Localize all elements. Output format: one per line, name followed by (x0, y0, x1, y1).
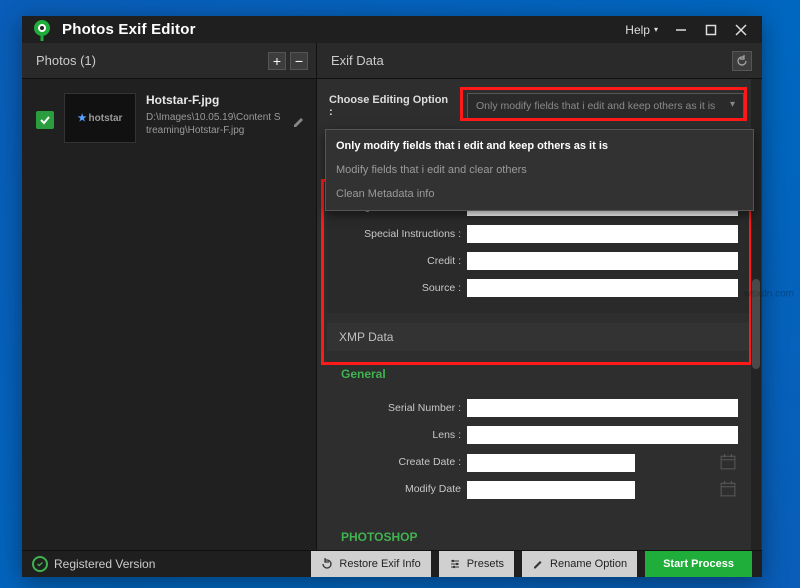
body: Photos (1) + − hotstar Hotstar-F.jpg D:\… (22, 43, 762, 550)
refresh-button[interactable] (732, 51, 752, 71)
registered-status: Registered Version (32, 556, 155, 572)
field-label: Credit : (327, 255, 467, 267)
presets-label: Presets (467, 558, 504, 570)
start-process-button[interactable]: Start Process (645, 551, 752, 577)
main-header-title: Exif Data (331, 53, 384, 68)
group-general: General (327, 357, 762, 387)
editing-option-select[interactable]: Only modify fields that i edit and keep … (467, 93, 744, 119)
serial-number-input[interactable] (467, 399, 738, 417)
edit-icon[interactable] (292, 115, 306, 134)
checkbox-checked-icon[interactable] (36, 111, 54, 129)
maximize-button[interactable] (698, 17, 724, 43)
minimize-button[interactable] (668, 17, 694, 43)
main-panel: Exif Data Choose Editing Option : Only m… (317, 43, 762, 550)
dropdown-item[interactable]: Modify fields that i edit and clear othe… (326, 158, 753, 182)
modify-date-input[interactable] (467, 481, 635, 499)
photos-count: Photos (1) (36, 53, 264, 68)
dropdown-item[interactable]: Clean Metadata info (326, 182, 753, 206)
bottom-bar: Registered Version Restore Exif Info Pre… (22, 550, 762, 577)
field-label: Lens : (327, 429, 467, 441)
field-label: Special Instructions : (327, 228, 467, 240)
create-date-input[interactable] (467, 454, 635, 472)
add-photo-button[interactable]: + (268, 52, 286, 70)
titlebar: Photos Exif Editor Help ▾ (22, 16, 762, 43)
pencil-icon (532, 558, 544, 570)
credit-input[interactable] (467, 252, 738, 270)
photo-list-item[interactable]: hotstar Hotstar-F.jpg D:\Images\10.05.19… (22, 79, 316, 158)
photo-meta: Hotstar-F.jpg D:\Images\10.05.19\Content… (146, 93, 282, 137)
sidebar-header: Photos (1) + − (22, 43, 316, 79)
photo-filepath: D:\Images\10.05.19\Content Streaming\Hot… (146, 111, 282, 137)
app-title: Photos Exif Editor (62, 21, 196, 38)
choose-editing-row: Choose Editing Option : Only modify fiel… (317, 79, 762, 133)
select-value: Only modify fields that i edit and keep … (476, 100, 715, 112)
group-photoshop: PHOTOSHOP (327, 520, 762, 550)
photo-thumbnail: hotstar (64, 93, 136, 143)
presets-button[interactable]: Presets (439, 551, 514, 577)
start-label: Start Process (663, 558, 734, 570)
help-menu[interactable]: Help ▾ (619, 19, 664, 41)
xmp-general-fields: Serial Number : Lens : Create Date : (327, 387, 752, 514)
check-circle-icon (32, 556, 48, 572)
photo-filename: Hotstar-F.jpg (146, 93, 282, 107)
calendar-icon[interactable] (720, 481, 736, 497)
app-window: Photos Exif Editor Help ▾ Photos (1) + −… (22, 16, 762, 577)
field-label: Create Date : (327, 456, 467, 468)
restore-label: Restore Exif Info (339, 558, 420, 570)
chevron-down-icon: ▾ (654, 25, 658, 34)
source-input[interactable] (467, 279, 738, 297)
sidebar: Photos (1) + − hotstar Hotstar-F.jpg D:\… (22, 43, 317, 550)
restore-exif-button[interactable]: Restore Exif Info (311, 551, 430, 577)
calendar-icon[interactable] (720, 454, 736, 470)
main-content: Choose Editing Option : Only modify fiel… (317, 79, 762, 550)
dropdown-item[interactable]: Only modify fields that i edit and keep … (326, 134, 753, 158)
rename-option-button[interactable]: Rename Option (522, 551, 637, 577)
choose-editing-label: Choose Editing Option : (325, 94, 453, 118)
field-label: Serial Number : (327, 402, 467, 414)
field-label: Source : (327, 282, 467, 294)
app-logo-icon (30, 18, 54, 42)
main-header: Exif Data (317, 43, 762, 79)
close-button[interactable] (728, 17, 754, 43)
xmp-section-header: XMP Data (327, 323, 752, 351)
editing-option-dropdown: Only modify fields that i edit and keep … (325, 129, 754, 211)
sliders-icon (449, 558, 461, 570)
field-label: Modify Date (327, 483, 467, 495)
remove-photo-button[interactable]: − (290, 52, 308, 70)
restore-icon (321, 558, 333, 570)
registered-label: Registered Version (54, 557, 155, 571)
watermark: wsxdn.com (744, 289, 794, 300)
help-label: Help (625, 23, 650, 37)
special-instructions-input[interactable] (467, 225, 738, 243)
lens-input[interactable] (467, 426, 738, 444)
rename-label: Rename Option (550, 558, 627, 570)
